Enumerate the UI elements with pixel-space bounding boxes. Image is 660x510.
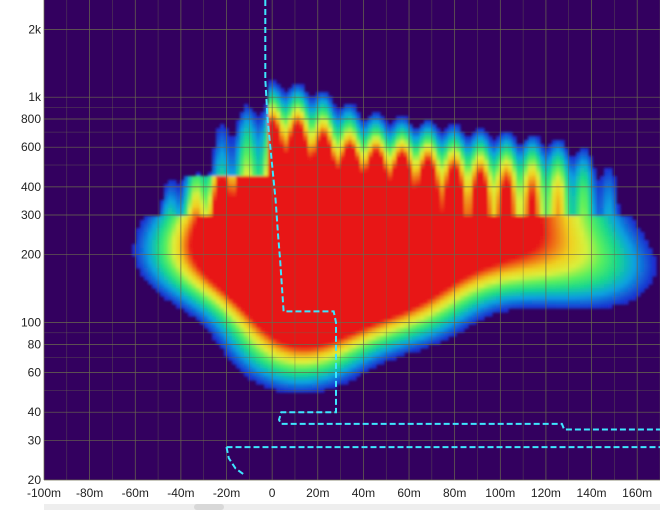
x-tick-label: 40m bbox=[352, 486, 375, 500]
y-tick-label: 100 bbox=[21, 316, 41, 330]
x-tick-label: -100m bbox=[27, 486, 61, 500]
x-tick-label: 0 bbox=[269, 486, 276, 500]
y-tick-label: 20 bbox=[28, 473, 42, 487]
y-tick-label: 80 bbox=[28, 337, 42, 351]
y-tick-label: 40 bbox=[28, 405, 42, 419]
y-tick-label: 60 bbox=[28, 365, 42, 379]
horizontal-scrollbar[interactable] bbox=[44, 504, 660, 510]
x-tick-label: 80m bbox=[443, 486, 466, 500]
y-axis-ticks: 2k 1k 800 600 400 300 200 100 80 60 40 30 20 bbox=[21, 22, 42, 487]
x-tick-label: -60m bbox=[122, 486, 149, 500]
spectrogram-chart: -100m -80m -60m -40m -20m 0 20m 40m 60m 80m 100m 12… bbox=[21, 0, 660, 500]
x-tick-label: -80m bbox=[76, 486, 103, 500]
x-tick-label: 120m bbox=[531, 486, 561, 500]
y-tick-label: 400 bbox=[21, 180, 41, 194]
y-tick-label: 1k bbox=[28, 90, 42, 104]
x-axis-ticks: -100m -80m -60m -40m -20m 0 20m 40m 60m 80m 100m 12… bbox=[27, 486, 652, 500]
x-tick-label: 60m bbox=[397, 486, 420, 500]
scrollbar-thumb[interactable] bbox=[194, 504, 224, 510]
y-tick-label: 600 bbox=[21, 140, 41, 154]
y-tick-label: 300 bbox=[21, 208, 41, 222]
y-tick-label: 30 bbox=[28, 433, 42, 447]
y-tick-label: 200 bbox=[21, 248, 41, 262]
x-tick-label: 140m bbox=[577, 486, 607, 500]
x-tick-label: 100m bbox=[485, 486, 515, 500]
y-tick-label: 2k bbox=[28, 22, 42, 36]
y-tick-label: 800 bbox=[21, 112, 41, 126]
x-tick-label: 160m bbox=[622, 486, 652, 500]
x-tick-label: 20m bbox=[306, 486, 329, 500]
x-tick-label: -20m bbox=[213, 486, 240, 500]
x-tick-label: -40m bbox=[167, 486, 194, 500]
